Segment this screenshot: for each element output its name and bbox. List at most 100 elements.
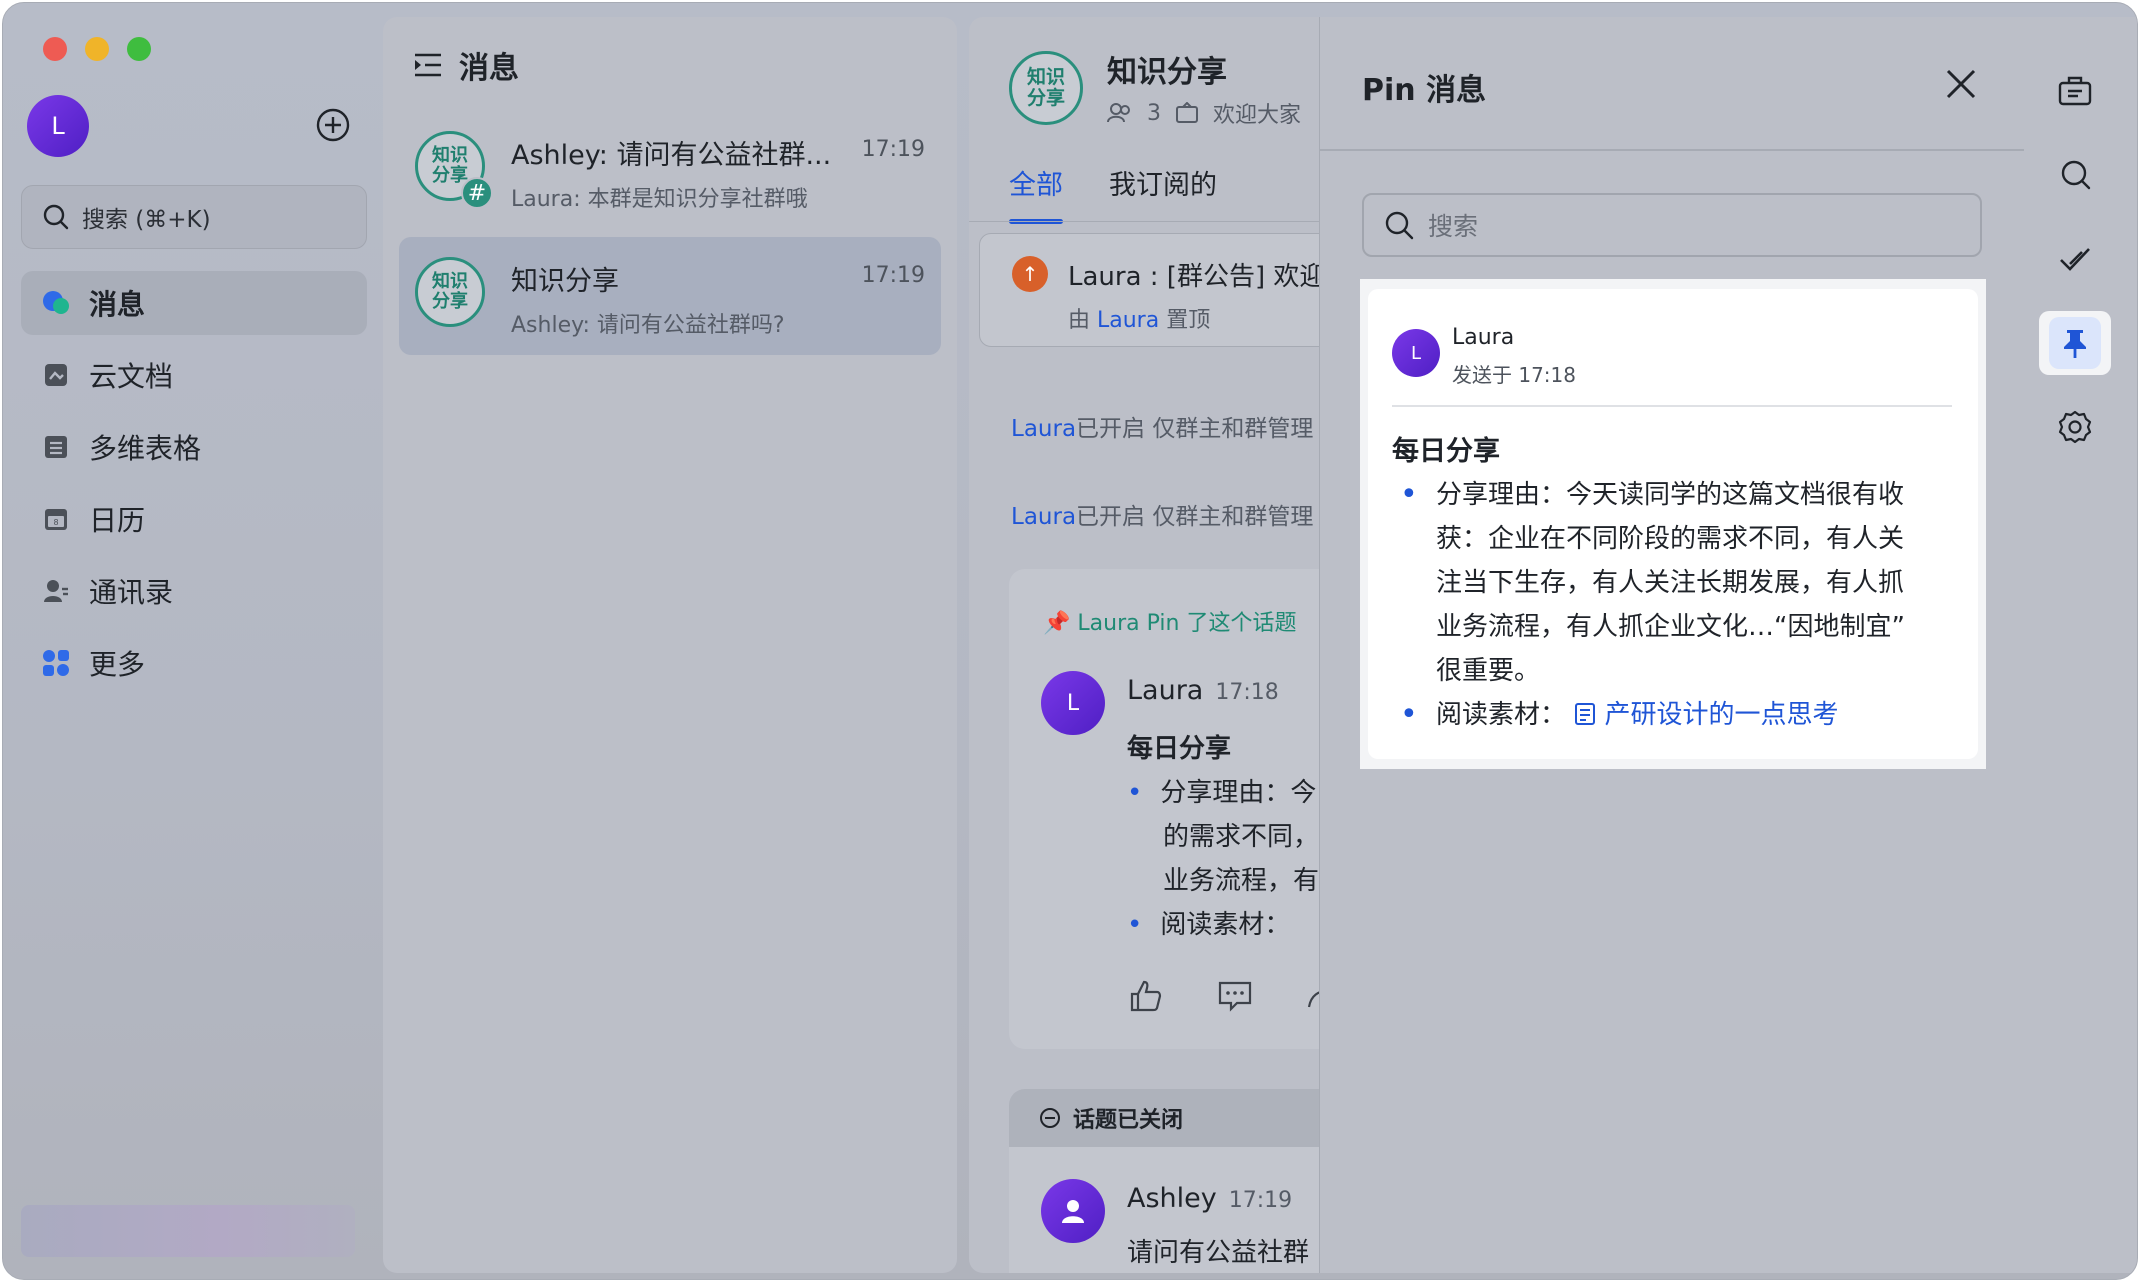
closed-topic-card[interactable]: 话题已关闭 Ashley 17:19 请问有公益社群 xyxy=(1009,1089,1369,1273)
pinned-message-highlight: L Laura 发送于 17:18 每日分享 分享理由：今天读同学的这篇文档很有… xyxy=(1360,279,1986,769)
system-message-user[interactable]: Laura xyxy=(1011,416,1076,442)
thumbs-up-icon[interactable] xyxy=(1129,979,1163,1013)
close-icon xyxy=(1946,69,1976,99)
conversation-title[interactable]: 知识分享 xyxy=(1107,47,1227,91)
sidebar-item-label: 多维表格 xyxy=(89,432,202,465)
sidebar-item-label: 消息 xyxy=(89,288,146,321)
doc-link[interactable]: 产研设计的一点思考 xyxy=(1574,700,1839,730)
message-body: 请问有公益社群 xyxy=(1127,1238,1310,1268)
sidebar-item-base[interactable]: 多维表格 xyxy=(21,415,367,479)
calendar-icon: 8 xyxy=(41,504,71,534)
conversation-tabs: 全部 我订阅的 xyxy=(1009,163,1217,224)
pinned-message-body: 分享理由：今天读同学的这篇文档很有收 获：企业在不同阶段的需求不同，有人关 注当… xyxy=(1392,473,1962,737)
app-window: L 搜索 (⌘+K) 消息 云文档 多维表格 8 日历 通讯录 更多 消息 知识… xyxy=(2,2,2138,1280)
sender-avatar[interactable]: L xyxy=(1041,671,1105,735)
add-button[interactable] xyxy=(315,107,351,143)
message-sender: Ashley 17:19 xyxy=(1127,1183,1293,1214)
search-placeholder: 搜索 (⌘+K) xyxy=(82,207,211,233)
sender-avatar[interactable]: L xyxy=(1392,329,1440,377)
pin-search-input[interactable]: 搜索 xyxy=(1362,193,1982,257)
search-icon xyxy=(1385,211,1414,240)
chat-time: 17:19 xyxy=(861,137,925,162)
conversation-meta: 3 欢迎大家 xyxy=(1107,97,1301,129)
chat-name: 知识分享 xyxy=(511,266,619,297)
announcement-preview[interactable]: 欢迎大家 xyxy=(1213,97,1301,129)
chat-list-title: 消息 xyxy=(459,51,519,86)
apps-grid-icon xyxy=(41,648,71,678)
topic-card[interactable]: 📌 Laura Pin 了这个话题 L Laura 17:18 每日分享 • 分享理… xyxy=(1009,569,1369,1049)
search-icon xyxy=(43,204,69,230)
list-item: 阅读素材： 产研设计的一点思考 xyxy=(1392,693,1962,737)
chat-list-header: 消息 xyxy=(413,43,519,87)
sidebar-item-label: 更多 xyxy=(89,648,146,681)
sidebar-item-cloud-docs[interactable]: 云文档 xyxy=(21,343,367,407)
collapse-menu-icon[interactable] xyxy=(413,51,443,79)
tab-subscribed[interactable]: 我订阅的 xyxy=(1109,163,1217,224)
person-icon xyxy=(1062,1200,1084,1223)
sidebar-item-calendar[interactable]: 8 日历 xyxy=(21,487,367,551)
group-avatar[interactable]: 知识分享 xyxy=(1009,51,1083,125)
chat-preview: Ashley: 请问有公益社群吗? xyxy=(511,313,785,338)
sidebar-nav: 消息 云文档 多维表格 8 日历 通讯录 更多 xyxy=(21,271,367,703)
check-icon xyxy=(2060,248,2090,271)
topic-pin-note: 📌 Laura Pin 了这个话题 xyxy=(1043,611,1297,636)
topic-closed-bar: 话题已关闭 xyxy=(1009,1089,1369,1147)
search-icon xyxy=(2061,160,2091,190)
sidebar: L 搜索 (⌘+K) 消息 云文档 多维表格 8 日历 通讯录 更多 xyxy=(3,3,378,1279)
table-icon xyxy=(41,432,71,462)
message-body: • 分享理由：今 的需求不同， 业务流程，有 • 阅读素材： xyxy=(1127,778,1320,940)
pinned-message-title: 每日分享 xyxy=(1392,436,1500,467)
global-search-input[interactable]: 搜索 (⌘+K) xyxy=(21,185,367,249)
members-icon[interactable] xyxy=(1107,102,1133,124)
plus-circle-icon xyxy=(316,108,350,142)
toolbar-briefcase-button[interactable] xyxy=(2039,59,2111,123)
chat-name: Ashley: 请问有公益社群... xyxy=(511,140,832,171)
announcement-text: Laura : [群公告] 欢迎 xyxy=(1068,262,1326,292)
toolbar-settings-button[interactable] xyxy=(2039,395,2111,459)
pin-panel-title: Pin 消息 xyxy=(1362,73,1487,108)
pin-panel-divider xyxy=(1320,149,2024,151)
document-icon xyxy=(1575,703,1596,725)
list-item: 分享理由：今天读同学的这篇文档很有收 获：企业在不同阶段的需求不同，有人关 注当… xyxy=(1392,473,1962,693)
sidebar-item-label: 通讯录 xyxy=(89,576,174,609)
pin-search-placeholder: 搜索 xyxy=(1428,212,1479,241)
briefcase-icon xyxy=(2058,76,2092,106)
sidebar-item-contacts[interactable]: 通讯录 xyxy=(21,559,367,623)
pinned-announcement-card[interactable]: ↑ Laura : [群公告] 欢迎 由 Laura 置顶 xyxy=(979,233,1339,347)
chat-bubble-icon xyxy=(41,288,71,318)
tab-all[interactable]: 全部 xyxy=(1009,163,1063,224)
chat-list-item-selected[interactable]: 知识分享 知识分享 17:19 Ashley: 请问有公益社群吗? xyxy=(399,237,941,355)
system-message-user[interactable]: Laura xyxy=(1011,504,1076,530)
pin-icon xyxy=(2064,330,2086,358)
system-message: Laura已开启 仅群主和群管理 xyxy=(1011,416,1314,442)
member-count[interactable]: 3 xyxy=(1147,101,1161,126)
svg-text:8: 8 xyxy=(53,518,58,527)
comment-icon[interactable] xyxy=(1217,979,1253,1013)
user-avatar[interactable]: L xyxy=(27,95,89,157)
announcement-pinned-by: 由 Laura 置顶 xyxy=(1068,308,1211,333)
card-divider xyxy=(1392,405,1952,407)
pinned-message-card[interactable]: L Laura 发送于 17:18 每日分享 分享理由：今天读同学的这篇文档很有… xyxy=(1368,289,1978,759)
sidebar-item-more[interactable]: 更多 xyxy=(21,631,367,695)
sidebar-item-label: 云文档 xyxy=(89,360,174,393)
hashtag-icon: # xyxy=(461,177,493,209)
message-actions xyxy=(1129,979,1327,1013)
tabs-divider xyxy=(969,221,1329,222)
contacts-icon xyxy=(41,576,71,606)
toolbar-pin-button[interactable] xyxy=(2039,311,2111,375)
chat-preview: Laura: 本群是知识分享社群哦 xyxy=(511,187,808,212)
chat-time: 17:19 xyxy=(861,263,925,288)
pinned-by-user[interactable]: Laura xyxy=(1097,308,1159,333)
user-avatar-initial: L xyxy=(51,112,65,140)
toolbar-done-button[interactable] xyxy=(2039,227,2111,291)
close-pin-panel-button[interactable] xyxy=(1942,65,1980,103)
group-avatar: 知识分享 xyxy=(415,257,485,327)
sidebar-item-messages[interactable]: 消息 xyxy=(21,271,367,335)
toolbar-search-button[interactable] xyxy=(2039,143,2111,207)
system-message: Laura已开启 仅群主和群管理 xyxy=(1011,504,1314,530)
cloud-doc-icon xyxy=(41,360,71,390)
chat-list-panel: 消息 知识分享 # Ashley: 请问有公益社群... 17:19 Laura… xyxy=(383,17,957,1273)
minus-circle-icon xyxy=(1040,1108,1060,1128)
chat-list-item[interactable]: 知识分享 # Ashley: 请问有公益社群... 17:19 Laura: 本… xyxy=(399,111,941,229)
sender-avatar[interactable] xyxy=(1041,1179,1105,1243)
